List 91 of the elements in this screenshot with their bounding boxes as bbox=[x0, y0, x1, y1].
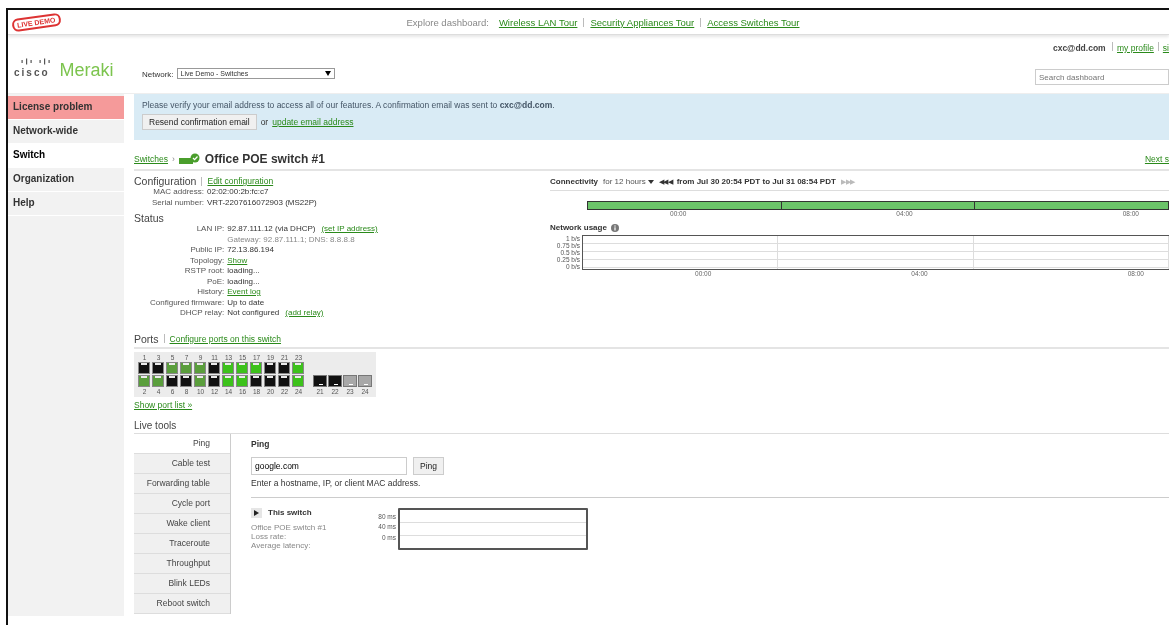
field-value: 02:02:00:2b:fc:c7 bbox=[207, 187, 270, 198]
field-label: RSTP root: bbox=[183, 266, 225, 277]
field-link[interactable]: (set IP address) bbox=[321, 224, 378, 235]
switches-link[interactable]: Switches bbox=[134, 154, 168, 164]
search-field[interactable]: Search dashboard bbox=[1035, 69, 1169, 85]
period-text: from Jul 30 20:54 PDT to Jul 31 08:54 PDT bbox=[676, 177, 836, 186]
field-value: 72.13.86.194 bbox=[227, 245, 274, 256]
tool-tab[interactable]: Cycle port bbox=[134, 493, 230, 514]
field-value: 92.87.111.12 (via DHCP) bbox=[227, 224, 316, 235]
tool-tab[interactable]: Throughput bbox=[134, 553, 230, 574]
user-email: cxc@dd.com bbox=[1052, 43, 1106, 53]
result-line: Average latency: bbox=[251, 540, 312, 550]
port[interactable] bbox=[278, 374, 290, 387]
time-range-dropdown[interactable]: for 12 hours bbox=[603, 177, 654, 186]
connectivity-heading: Connectivity bbox=[550, 177, 598, 186]
field-label: PoE: bbox=[205, 276, 225, 287]
switch-icon bbox=[178, 153, 201, 165]
ping-title: Ping bbox=[251, 438, 271, 449]
field-value: loading... bbox=[227, 266, 260, 277]
user-link[interactable]: my profile bbox=[1117, 43, 1154, 53]
field-label: Topology: bbox=[189, 255, 225, 266]
network-usage-heading: Network usage bbox=[550, 223, 607, 232]
banner-message: Please verify your email address to access all of our features. A confirmation email was sent to cxc@dd.com. bbox=[142, 100, 556, 110]
tool-tab[interactable]: Traceroute bbox=[134, 533, 230, 554]
field-label: DHCP relay: bbox=[178, 308, 225, 319]
port[interactable] bbox=[264, 361, 276, 374]
sidebar-item[interactable]: Switch bbox=[8, 144, 124, 168]
hint-text: Enter a hostname, IP, or client MAC address. bbox=[251, 477, 1169, 498]
uplink-port[interactable] bbox=[328, 374, 342, 387]
configure-ports-link[interactable]: Configure ports on this switch bbox=[169, 333, 281, 344]
configuration-heading: Configuration bbox=[134, 175, 197, 187]
tool-tab[interactable]: Cable test bbox=[134, 453, 230, 474]
sidebar-item[interactable]: License problem bbox=[8, 96, 124, 120]
caret-icon bbox=[647, 179, 654, 184]
switch-title: Office POE switch #1 bbox=[204, 152, 325, 166]
host-field[interactable]: google.com bbox=[251, 456, 407, 475]
result-line: Loss rate: bbox=[251, 531, 288, 541]
port[interactable] bbox=[208, 374, 220, 387]
port[interactable] bbox=[208, 361, 220, 374]
edit-configuration-link[interactable]: Edit configuration bbox=[207, 176, 274, 186]
port[interactable] bbox=[180, 374, 192, 387]
tool-tab[interactable]: Blink LEDs bbox=[134, 573, 230, 594]
next-switch-link[interactable]: Next s bbox=[1144, 154, 1169, 164]
or-text: or bbox=[260, 117, 269, 127]
uplink-port[interactable] bbox=[313, 374, 327, 387]
show-port-list-link[interactable]: Show port list » bbox=[134, 399, 1169, 410]
field-label: LAN IP: bbox=[195, 224, 225, 235]
field-label: Serial number: bbox=[152, 197, 205, 208]
network-label: Network: bbox=[142, 70, 174, 79]
breadcrumb-separator: › bbox=[172, 154, 175, 164]
play-icon[interactable] bbox=[251, 507, 262, 518]
field-label: History: bbox=[196, 287, 225, 298]
ping-button[interactable]: Ping bbox=[413, 456, 444, 475]
sidebar-item[interactable]: Help bbox=[8, 192, 124, 216]
target-name: This switch bbox=[268, 508, 312, 517]
info-icon bbox=[610, 223, 619, 232]
status-heading: Status bbox=[134, 212, 164, 224]
caret-icon bbox=[324, 71, 331, 76]
field-link[interactable]: Event log bbox=[227, 287, 261, 298]
field-value: VRT-2207616072903 (MS22P) bbox=[207, 197, 318, 208]
update-email-link[interactable]: update email address bbox=[272, 117, 354, 127]
resend-email-button[interactable]: Resend confirmation email bbox=[142, 114, 257, 130]
port[interactable] bbox=[138, 361, 150, 374]
port[interactable] bbox=[152, 361, 164, 374]
field-value: Up to date bbox=[227, 297, 265, 308]
field-label: Public IP: bbox=[189, 245, 225, 256]
port[interactable] bbox=[278, 361, 290, 374]
tour-link[interactable]: Wireless LAN Tour bbox=[498, 16, 578, 28]
ports-heading: Ports bbox=[134, 332, 159, 345]
tour-link[interactable]: Security Appliances Tour bbox=[590, 16, 695, 28]
gateway-text: Gateway: 92.87.111.1; DNS: 8.8.8.8 bbox=[227, 234, 356, 245]
sidebar-item[interactable]: Organization bbox=[8, 168, 124, 192]
tool-tab[interactable]: Reboot switch bbox=[134, 593, 230, 614]
field-value: loading... bbox=[227, 276, 260, 287]
explore-label: Explore dashboard: bbox=[406, 16, 489, 28]
cisco-logo-text: cisco bbox=[14, 67, 50, 78]
tool-tab[interactable]: Forwarding table bbox=[134, 473, 230, 494]
result-line: Office POE switch #1 bbox=[251, 522, 328, 532]
field-link[interactable]: (add relay) bbox=[285, 308, 324, 319]
port[interactable] bbox=[264, 374, 276, 387]
port[interactable] bbox=[166, 374, 178, 387]
field-link[interactable]: Show bbox=[227, 255, 248, 266]
tour-link[interactable]: Access Switches Tour bbox=[707, 16, 800, 28]
live-tools-heading: Live tools bbox=[134, 419, 177, 431]
user-link[interactable]: si bbox=[1162, 43, 1169, 53]
tool-tab[interactable]: Wake client bbox=[134, 513, 230, 534]
field-value: Not configured bbox=[227, 308, 280, 319]
field-label: MAC address: bbox=[152, 187, 205, 198]
field-label: Configured firmware: bbox=[150, 297, 225, 308]
meraki-logo-text: Meraki bbox=[59, 60, 114, 80]
port[interactable] bbox=[250, 374, 262, 387]
